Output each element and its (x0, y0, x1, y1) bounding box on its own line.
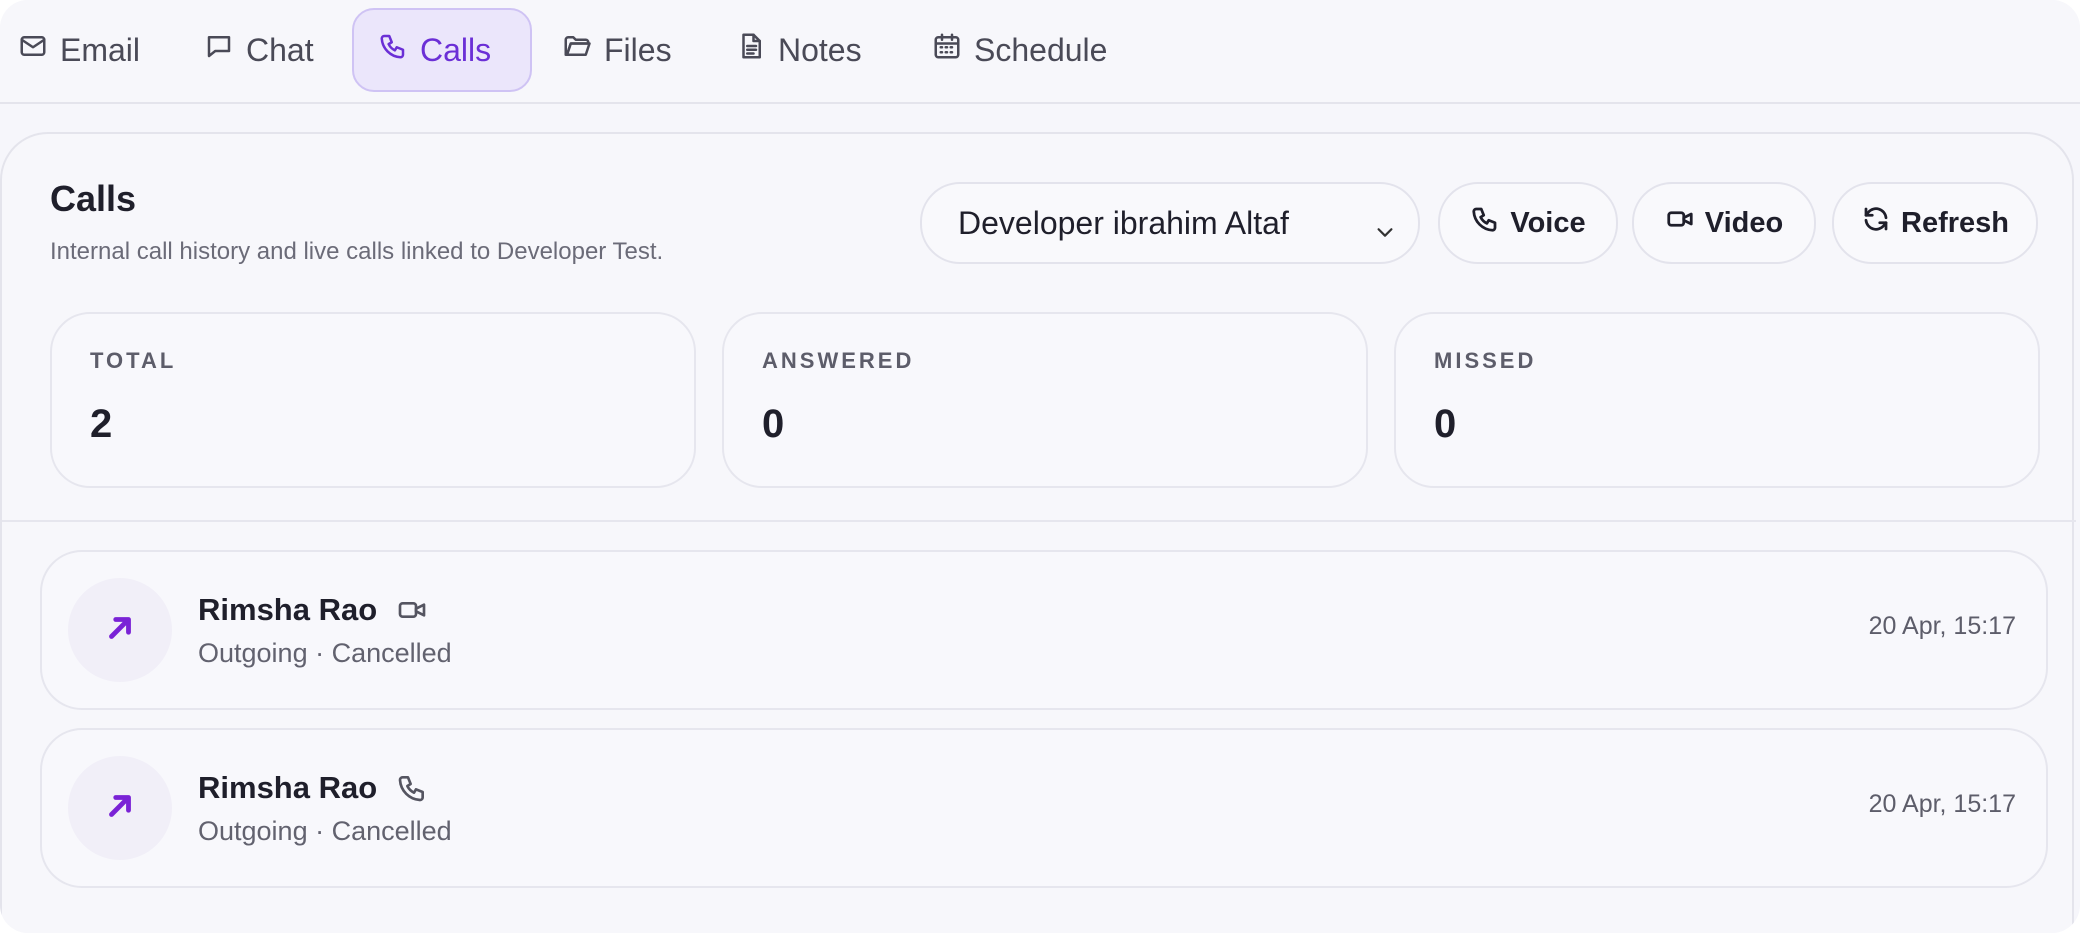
tab-notes[interactable]: Notes (712, 8, 886, 92)
outgoing-call-badge (68, 578, 172, 682)
stat-label: ANSWERED (762, 348, 915, 373)
folder-icon (562, 31, 592, 69)
refresh-label: Refresh (1901, 206, 2009, 239)
voice-call-button[interactable]: Voice (1438, 182, 1618, 264)
calls-panel: Calls Internal call history and live cal… (0, 132, 2076, 933)
outgoing-call-badge (68, 756, 172, 860)
voice-call-label: Voice (1510, 206, 1586, 239)
tab-label: Chat (246, 31, 314, 68)
tab-email[interactable]: Email (0, 8, 164, 92)
tab-label: Calls (420, 31, 492, 68)
call-status: Outgoing · Cancelled (198, 638, 452, 668)
outgoing-arrow-icon (103, 611, 137, 650)
refresh-icon (1861, 204, 1891, 242)
call-list-item[interactable]: Rimsha Rao Outgoing · Cancelled 20 Apr, … (40, 728, 2048, 888)
phone-icon (1470, 204, 1500, 242)
chat-icon (204, 31, 234, 69)
tab-label: Files (604, 31, 672, 68)
stat-label: MISSED (1434, 348, 1537, 373)
app-window: Email Chat Calls Files Notes Schedule Ca… (0, 0, 2080, 933)
tab-files[interactable]: Files (538, 8, 696, 92)
caller-name: Rimsha Rao (198, 770, 378, 805)
page-title: Calls (50, 178, 137, 219)
video-camera-icon (1665, 204, 1695, 242)
outgoing-arrow-icon (103, 789, 137, 828)
call-status: Outgoing · Cancelled (198, 816, 452, 846)
tab-label: Schedule (974, 31, 1108, 68)
refresh-button[interactable]: Refresh (1832, 182, 2038, 264)
video-call-label: Video (1704, 206, 1784, 239)
tab-chat[interactable]: Chat (180, 8, 338, 92)
chevron-down-icon (1374, 214, 1396, 237)
call-timestamp: 20 Apr, 15:17 (1868, 612, 2016, 640)
tab-schedule[interactable]: Schedule (908, 8, 1131, 92)
call-timestamp: 20 Apr, 15:17 (1868, 790, 2016, 818)
tab-calls[interactable]: Calls (352, 8, 532, 92)
document-icon (736, 31, 766, 69)
calendar-icon (932, 31, 962, 69)
page-subtitle: Internal call history and live calls lin… (50, 238, 664, 265)
stat-label: TOTAL (90, 348, 177, 373)
tab-label: Notes (778, 31, 862, 68)
video-call-button[interactable]: Video (1632, 182, 1816, 264)
stat-value: 2 (90, 402, 113, 446)
stat-value: 0 (762, 402, 785, 446)
tab-label: Email (60, 31, 141, 68)
phone-icon (378, 31, 408, 69)
call-list-item[interactable]: Rimsha Rao Outgoing · Cancelled 20 Apr, … (40, 550, 2048, 710)
tab-bar: Email Chat Calls Files Notes Schedule (0, 0, 2080, 104)
contact-select[interactable]: Developer ibrahim Altaf (920, 182, 1420, 264)
phone-icon (396, 772, 428, 804)
section-divider (2, 520, 2076, 522)
video-camera-icon (396, 594, 428, 626)
contact-select-value: Developer ibrahim Altaf (958, 204, 1289, 241)
stat-card-total: TOTAL 2 (50, 312, 696, 488)
stat-card-answered: ANSWERED 0 (722, 312, 1368, 488)
caller-name: Rimsha Rao (198, 592, 378, 627)
mail-icon (18, 31, 48, 69)
stat-card-missed: MISSED 0 (1394, 312, 2040, 488)
stat-value: 0 (1434, 402, 1457, 446)
